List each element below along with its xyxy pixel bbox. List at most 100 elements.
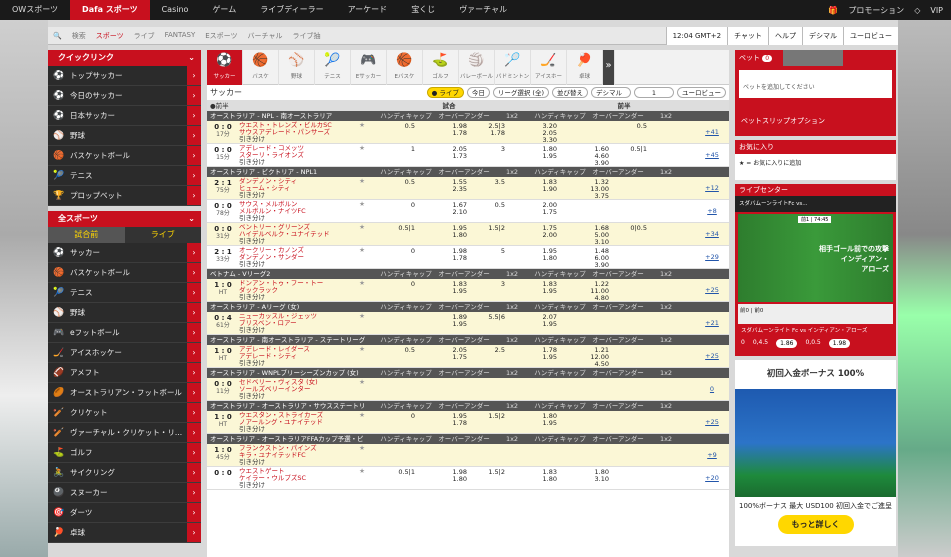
league-select-button[interactable]: リーグ選択 (全)	[492, 87, 549, 98]
more-sports-button[interactable]: »	[603, 50, 615, 85]
today-filter-button[interactable]: 今日	[466, 87, 490, 98]
odds-cell[interactable]	[561, 123, 613, 143]
odds-cell[interactable]: 1.5|2	[471, 413, 509, 433]
nav-item-3[interactable]: ゲーム	[200, 0, 248, 20]
live-center-header[interactable]: ライブセンター	[735, 184, 896, 196]
view-select[interactable]: ユーロビュー	[677, 87, 726, 98]
odds-cell[interactable]: 0	[367, 248, 419, 268]
odds-cell[interactable]	[613, 347, 651, 367]
page-select[interactable]: 1	[634, 87, 674, 98]
more-markets-link[interactable]: +21	[697, 312, 727, 334]
odds-cell[interactable]	[367, 380, 419, 400]
odds-cell[interactable]	[613, 248, 651, 268]
star-icon[interactable]: ★	[359, 412, 365, 419]
odds-cell[interactable]: 0.5	[367, 123, 419, 143]
odds-cell[interactable]	[471, 380, 509, 400]
odds-cell[interactable]	[613, 446, 651, 466]
odds-cell[interactable]: 1.55 2.35	[419, 179, 471, 199]
odds-cell[interactable]: 0	[367, 413, 419, 433]
odds-format-select[interactable]: デシマル	[591, 87, 631, 98]
subtab-4[interactable]: バーチャル	[243, 31, 288, 41]
sport-item-1[interactable]: 🏀 バスケットボール ›	[48, 263, 201, 283]
all-sports-header[interactable]: 全スポーツ ⌄	[48, 211, 201, 227]
nav-item-0[interactable]: OWスポーツ	[0, 0, 70, 20]
odds-cell[interactable]	[613, 281, 651, 301]
odds-cell[interactable]: 1.21 12.00 4.50	[561, 347, 613, 368]
decimal-select[interactable]: デシマル	[802, 26, 843, 45]
odds-cell[interactable]: 2.5|3 1.78	[471, 123, 509, 143]
odds-cell[interactable]: 2.5	[471, 347, 509, 367]
odds-cell[interactable]: 0.5	[367, 179, 419, 199]
odds-cell[interactable]: 3.5	[471, 179, 509, 199]
odds-cell[interactable]: 0.5	[613, 123, 651, 143]
nav-item-7[interactable]: ヴァーチャル	[447, 0, 519, 20]
nav-item-2[interactable]: Casino	[150, 0, 201, 20]
odds-cell[interactable]: 1.98 1.78	[419, 123, 471, 143]
league-header[interactable]: オーストラリア - Aリーグ (女) ハンディキャップ オーバーアンダー 1x2 ハンデ…	[207, 302, 729, 312]
odds-cell[interactable]: 2.07 1.95	[509, 314, 561, 334]
odds-cell[interactable]: 5.5|6	[471, 314, 509, 334]
star-icon[interactable]: ★	[359, 379, 365, 386]
star-icon[interactable]: ★	[359, 280, 365, 287]
favorites-header[interactable]: お気に入り	[735, 140, 896, 154]
odds-cell[interactable]: 0	[367, 281, 419, 301]
odds-cell[interactable]: 0	[367, 202, 419, 222]
league-header[interactable]: オーストラリア - ビクトリア - NPL1 ハンディキャップ オーバーアンダー 1x…	[207, 167, 729, 177]
sport-item-5[interactable]: 🏒 アイスホッケー ›	[48, 343, 201, 363]
odds-cell[interactable]	[561, 202, 613, 222]
promo-more-button[interactable]: もっと詳しく	[777, 515, 854, 534]
star-icon[interactable]: ★	[359, 145, 365, 152]
odds-cell[interactable]: 1.5|2	[471, 469, 509, 489]
odds-cell[interactable]: 1.83 1.90	[509, 179, 561, 199]
odds-cell[interactable]	[613, 469, 651, 489]
more-markets-link[interactable]: 0	[697, 378, 727, 400]
more-markets-link[interactable]: +9	[697, 444, 727, 466]
sport-tab-5[interactable]: 🏀 Eバスケ	[387, 50, 423, 85]
sport-item-10[interactable]: ⛳ ゴルフ ›	[48, 443, 201, 463]
more-markets-link[interactable]: +25	[697, 345, 727, 367]
sport-tab-9[interactable]: 🏒 アイスホー	[531, 50, 567, 85]
odds-cell[interactable]: 1.32 13.00 3.75	[561, 179, 613, 200]
sport-item-14[interactable]: 🏓 卓球 ›	[48, 523, 201, 543]
odds-cell[interactable]	[561, 380, 613, 400]
odds-cell[interactable]: 1.78 1.95	[509, 347, 561, 367]
search-label[interactable]: 検索	[67, 31, 91, 41]
sport-tab-7[interactable]: 🏐 バレーボール	[459, 50, 495, 85]
odds-cell[interactable]: 1.68 5.00 3.10	[561, 225, 613, 246]
odds-cell[interactable]: 1.5|2	[471, 225, 509, 245]
odds-cell[interactable]: 1.80 1.95	[509, 413, 561, 433]
more-markets-link[interactable]: +34	[697, 223, 727, 245]
quick-link-2[interactable]: ⚽ 日本サッカー ›	[48, 106, 201, 126]
odds-cell[interactable]: 1.83 1.95	[509, 281, 561, 301]
nav-item-5[interactable]: アーケード	[336, 0, 400, 20]
sort-button[interactable]: 並び替え	[552, 87, 588, 98]
odds-cell[interactable]: 5	[471, 248, 509, 268]
sport-tab-3[interactable]: 🎾 テニス	[315, 50, 351, 85]
bet-slip-options[interactable]: ベットスリップオプション	[741, 116, 825, 126]
more-markets-link[interactable]: +8	[697, 200, 727, 222]
odds-cell[interactable]	[613, 179, 651, 199]
odds-cell[interactable]: 0.5|1	[367, 225, 419, 245]
quick-link-1[interactable]: ⚽ 今日のサッカー ›	[48, 86, 201, 106]
sport-tab-6[interactable]: ⛳ ゴルフ	[423, 50, 459, 85]
promo-banner[interactable]: 初回入金ボーナス 100% 100%ボーナス 最大 USD100 初回入金でご進…	[735, 360, 896, 546]
sport-item-9[interactable]: 🏏 ヴァーチャル・クリケット・リ... ›	[48, 423, 201, 443]
league-header[interactable]: オーストラリア - オーストラリア・サウスステートリ ハンディキャップ オーバーアン…	[207, 401, 729, 411]
odds-cell[interactable]	[419, 380, 471, 400]
live-odds-4[interactable]: 1.98	[828, 339, 851, 348]
vip-link[interactable]: VIP	[930, 6, 943, 15]
odds-cell[interactable]: 1.75 2.00	[509, 225, 561, 245]
help-button[interactable]: ヘルプ	[768, 26, 802, 45]
odds-cell[interactable]: 1.67 2.10	[419, 202, 471, 222]
odds-cell[interactable]: 1.22 11.00 4.80	[561, 281, 613, 302]
live-match-select[interactable]: スダバムーンライトFc vs...	[735, 196, 896, 212]
odds-cell[interactable]: 1.98 1.80	[419, 469, 471, 489]
more-markets-link[interactable]: +41	[697, 121, 727, 143]
more-markets-link[interactable]: +25	[697, 279, 727, 301]
league-header[interactable]: オーストラリア - オーストラリアFFAカップ予選・ビ ハンディキャップ オーバーア…	[207, 434, 729, 444]
odds-cell[interactable]: 1.83 1.95	[419, 281, 471, 301]
league-header[interactable]: オーストラリア - NPL - 南オーストラリア ハンディキャップ オーバーアンダー…	[207, 111, 729, 121]
live-filter-button[interactable]: ● ライブ	[426, 87, 464, 98]
odds-cell[interactable]: 2.00 1.75	[509, 202, 561, 222]
odds-cell[interactable]: 1.48 6.00 3.90	[561, 248, 613, 269]
